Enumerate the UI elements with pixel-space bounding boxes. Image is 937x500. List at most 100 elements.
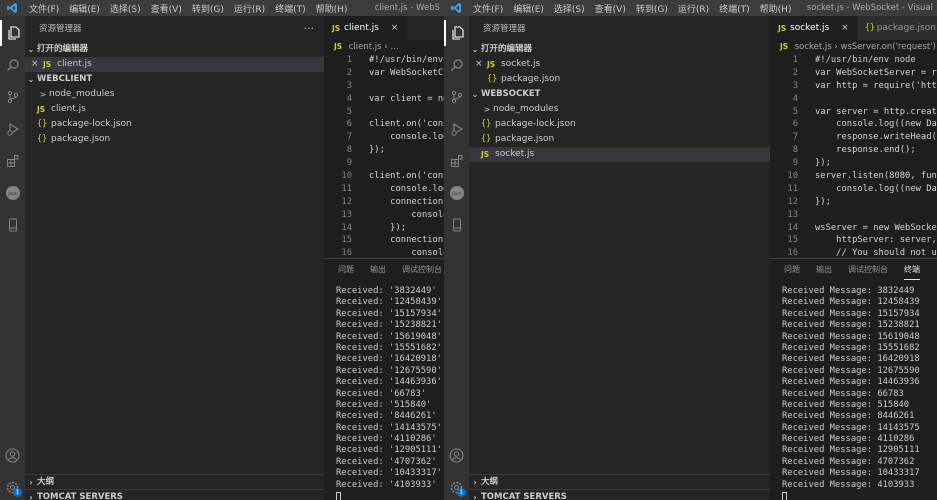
breadcrumb-file[interactable]: client.js <box>349 42 382 52</box>
menu-go[interactable]: 转到(G) <box>187 2 229 15</box>
menu-run[interactable]: 运行(R) <box>229 2 270 15</box>
close-icon[interactable]: × <box>31 57 43 72</box>
menu-edit[interactable]: 编辑(E) <box>64 2 105 15</box>
menu-terminal[interactable]: 终端(T) <box>270 2 311 15</box>
menu-selection[interactable]: 选择(S) <box>549 2 590 15</box>
settings-gear-icon[interactable]: 1 <box>0 474 25 500</box>
folder-section-webclient[interactable]: ⌄ WEBCLIENT <box>25 72 324 87</box>
source-control-icon[interactable] <box>444 84 469 110</box>
account-icon[interactable] <box>444 442 469 468</box>
code-editor[interactable]: 1 #!/usr/bin/env node 2 var WebSocketClient… <box>324 54 444 272</box>
code-line[interactable]: 8}); <box>324 144 444 157</box>
outline-section[interactable]: › 大纲 <box>469 474 770 489</box>
source-control-icon[interactable] <box>0 84 25 110</box>
explorer-icon[interactable] <box>444 20 469 46</box>
code-line[interactable]: 10 server.listen(8080, function() { <box>770 170 937 183</box>
code-line[interactable]: 6 console.log((new Date()) + ' Received … <box>770 118 937 131</box>
explorer-icon[interactable] <box>0 20 25 46</box>
code-line[interactable]: 1 #!/usr/bin/env node <box>770 54 937 67</box>
close-icon[interactable]: × <box>391 23 399 33</box>
device-icon[interactable] <box>444 212 469 238</box>
menu-file[interactable]: 文件(F) <box>468 2 508 15</box>
code-line[interactable]: 15 connection.on('close', function() { <box>324 234 444 247</box>
tree-item-package-lock-json[interactable]: {} package-lock.json <box>25 117 324 132</box>
code-line[interactable]: 2 var WebSocketServer = require('websocke… <box>770 67 937 80</box>
code-line[interactable]: 13 console.log("Connection Error: " + er… <box>324 209 444 222</box>
code-line[interactable]: 14 }); <box>324 222 444 235</box>
search-icon[interactable] <box>0 52 25 78</box>
code-line[interactable]: 12 connection.on('error', function(error… <box>324 196 444 209</box>
menu-edit[interactable]: 编辑(E) <box>508 2 549 15</box>
outline-section[interactable]: › 大纲 <box>25 474 324 489</box>
code-line[interactable]: 3 <box>324 80 444 93</box>
extensions-icon[interactable] <box>444 148 469 174</box>
tab-package-json[interactable]: {} package.json <box>856 16 937 40</box>
tree-item-socket-js[interactable]: JS socket.js <box>469 147 770 162</box>
open-editors-section[interactable]: ⌄ 打开的编辑器 <box>25 42 324 57</box>
menu-terminal[interactable]: 终端(T) <box>714 2 755 15</box>
code-line[interactable]: 7 console.log('Connect Error: ' + error.… <box>324 131 444 144</box>
terminal-output[interactable]: Received Message: 3832449 Received Messag… <box>770 280 937 500</box>
device-icon[interactable] <box>0 212 25 238</box>
code-line[interactable]: 13 <box>770 209 937 222</box>
code-line[interactable]: 4 <box>770 93 937 106</box>
tomcat-servers-section[interactable]: › TOMCAT SERVERS <box>25 489 324 500</box>
more-actions-icon[interactable]: ··· <box>304 16 315 42</box>
tab-client-js[interactable]: JS client.js × <box>324 16 407 40</box>
panel-tab-debug-console[interactable]: 调试控制台 <box>402 259 442 280</box>
code-line[interactable]: 8 response.end(); <box>770 144 937 157</box>
code-line[interactable]: 3 var http = require('http'); <box>770 80 937 93</box>
menu-file[interactable]: 文件(F) <box>24 2 64 15</box>
extensions-icon[interactable] <box>0 148 25 174</box>
terminal-output[interactable]: Received: '3832449' Received: '12458439' R… <box>324 280 444 500</box>
menu-run[interactable]: 运行(R) <box>673 2 714 15</box>
tab-socket-js[interactable]: JS socket.js × <box>770 16 857 40</box>
breadcrumb-file[interactable]: socket.js <box>795 42 832 52</box>
tree-item-package-json[interactable]: {} package.json <box>469 132 770 147</box>
code-line[interactable]: 2 var WebSocketClient = require('websocke… <box>324 67 444 80</box>
folder-section-websocket[interactable]: ⌄ WEBSOCKET <box>469 87 770 102</box>
code-line[interactable]: 6 client.on('connectFailed', function(err… <box>324 118 444 131</box>
menu-help[interactable]: 帮助(H) <box>755 2 797 15</box>
code-line[interactable]: 11 console.log((new Date()) + ' Server i… <box>770 183 937 196</box>
code-editor[interactable]: 1 #!/usr/bin/env node 2 var WebSocketServer… <box>770 54 937 272</box>
account-icon[interactable] <box>0 442 25 468</box>
code-line[interactable]: 7 response.writeHead(404); <box>770 131 937 144</box>
menu-view[interactable]: 查看(V) <box>590 2 631 15</box>
close-icon[interactable]: × <box>841 23 849 33</box>
open-editor-item-socket-js[interactable]: × JS socket.js <box>469 57 770 72</box>
code-line[interactable]: 9}); <box>770 157 937 170</box>
panel-tab-output[interactable]: 输出 <box>816 259 832 280</box>
menu-selection[interactable]: 选择(S) <box>105 2 146 15</box>
code-line[interactable]: 10 client.on('connect', function(connecti… <box>324 170 444 183</box>
open-editor-item-client-js[interactable]: × JS client.js <box>25 57 324 72</box>
tree-item-client-js[interactable]: JS client.js <box>25 102 324 117</box>
breadcrumb-rest[interactable]: › wsServer.on('request') callback <box>834 42 937 52</box>
menu-help[interactable]: 帮助(H) <box>311 2 353 15</box>
settings-gear-icon[interactable]: 1 <box>444 474 469 500</box>
menu-go[interactable]: 转到(G) <box>631 2 673 15</box>
code-line[interactable]: 11 console.log('WebSocket Client Connect… <box>324 183 444 196</box>
tomcat-servers-section[interactable]: › TOMCAT SERVERS <box>469 489 770 500</box>
code-line[interactable]: 15 httpServer: server, <box>770 234 937 247</box>
menu-view[interactable]: 查看(V) <box>146 2 187 15</box>
panel-tab-output[interactable]: 输出 <box>370 259 386 280</box>
tree-item-node-modules[interactable]: > node_modules <box>469 102 770 117</box>
code-line[interactable]: 9 <box>324 157 444 170</box>
json-icon[interactable]: Json <box>0 180 25 206</box>
open-editors-section[interactable]: ⌄ 打开的编辑器 <box>469 42 770 57</box>
panel-tab-problems[interactable]: 问题 <box>338 259 354 280</box>
panel-tab-problems[interactable]: 问题 <box>784 259 800 280</box>
code-line[interactable]: 1 #!/usr/bin/env node <box>324 54 444 67</box>
code-line[interactable]: 5 var server = http.createServer(function… <box>770 106 937 119</box>
panel-tab-terminal[interactable]: 终端 <box>904 259 920 280</box>
code-line[interactable]: 4 var client = new WebSocketClient(); <box>324 93 444 106</box>
run-debug-icon[interactable] <box>444 116 469 142</box>
code-line[interactable]: 14 wsServer = new WebSocketServer({ <box>770 222 937 235</box>
code-line[interactable]: 5 <box>324 106 444 119</box>
code-line[interactable]: 12}); <box>770 196 937 209</box>
run-debug-icon[interactable] <box>0 116 25 142</box>
tree-item-node-modules[interactable]: > node_modules <box>25 87 324 102</box>
breadcrumb-rest[interactable]: › ... <box>384 42 398 52</box>
open-editor-item-package-json[interactable]: {} package.json <box>469 72 770 87</box>
